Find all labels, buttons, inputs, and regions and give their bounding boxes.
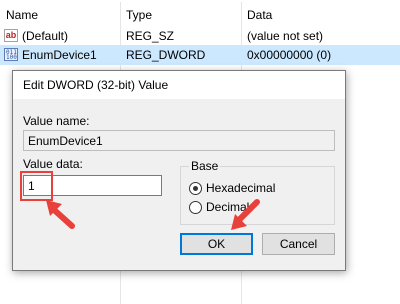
annotation-arrow-icon bbox=[231, 199, 260, 230]
column-header-type[interactable]: Type bbox=[126, 8, 152, 22]
ok-button[interactable]: OK bbox=[180, 233, 253, 255]
decimal-radio[interactable] bbox=[189, 201, 202, 214]
string-value-icon: ab bbox=[4, 29, 18, 42]
cancel-button[interactable]: Cancel bbox=[262, 233, 335, 255]
value-data-label: Value data: bbox=[23, 157, 83, 171]
hexadecimal-label[interactable]: Hexadecimal bbox=[206, 181, 275, 195]
column-header-name[interactable]: Name bbox=[6, 8, 38, 22]
annotation-arrow-icon bbox=[46, 200, 75, 229]
value-name-label: Value name: bbox=[23, 114, 90, 128]
list-row-default[interactable]: ab (Default) REG_SZ (value not set) bbox=[0, 26, 400, 46]
row-data: 0x00000000 (0) bbox=[247, 48, 332, 62]
hexadecimal-radio[interactable] bbox=[189, 182, 202, 195]
dialog-titlebar[interactable]: Edit DWORD (32-bit) Value bbox=[13, 71, 345, 99]
row-data: (value not set) bbox=[247, 29, 324, 43]
binary-value-icon: 01101001 bbox=[4, 48, 18, 61]
value-name-field[interactable]: EnumDevice1 bbox=[23, 130, 335, 151]
base-label: Base bbox=[189, 159, 221, 173]
column-header-data[interactable]: Data bbox=[247, 8, 272, 22]
edit-dword-dialog: Edit DWORD (32-bit) Value Value name: En… bbox=[12, 70, 346, 271]
row-name: EnumDevice1 bbox=[22, 48, 97, 62]
row-type: REG_DWORD bbox=[126, 48, 206, 62]
list-header: Name Type Data bbox=[0, 4, 400, 26]
list-row-enumdevice1[interactable]: 01101001 EnumDevice1 REG_DWORD 0x0000000… bbox=[0, 45, 400, 65]
row-type: REG_SZ bbox=[126, 29, 175, 43]
row-name: (Default) bbox=[22, 29, 69, 43]
dialog-title: Edit DWORD (32-bit) Value bbox=[23, 78, 169, 92]
radio-selected-dot bbox=[193, 186, 198, 191]
